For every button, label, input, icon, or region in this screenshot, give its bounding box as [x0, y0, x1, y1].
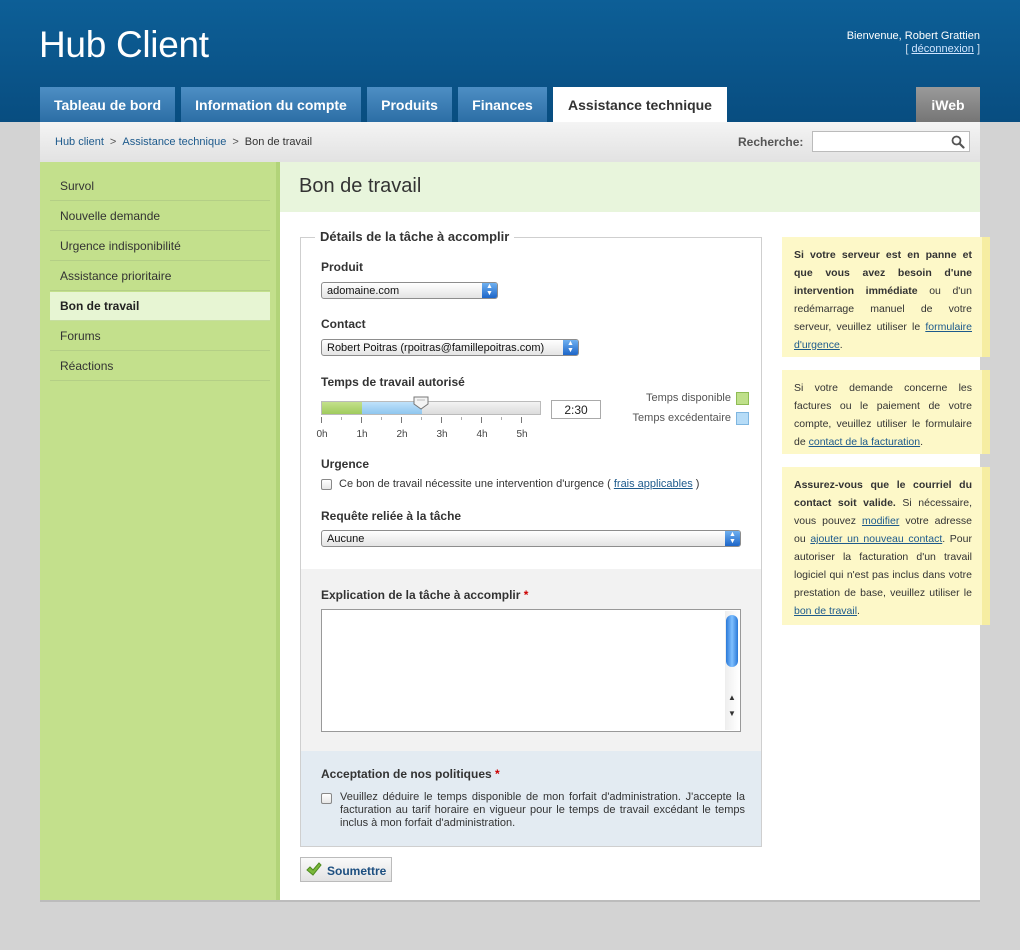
tab-tableau-de-bord[interactable]: Tableau de bord — [40, 87, 175, 122]
policy-label-text: Acceptation de nos politiques — [321, 767, 492, 781]
note-billing-end: . — [920, 436, 924, 448]
tab-finances[interactable]: Finances — [458, 87, 547, 122]
add-contact-link[interactable]: ajouter un nouveau contact — [810, 533, 942, 545]
billing-contact-link[interactable]: contact de la facturation — [809, 436, 921, 448]
legend-available-label: Temps disponible — [646, 392, 731, 404]
explanation-label: Explication de la tâche à accomplir * — [321, 588, 528, 602]
breadcrumb-hub-client[interactable]: Hub client — [55, 136, 104, 148]
policy-section: Acceptation de nos politiques * Veuillez… — [301, 751, 761, 846]
legend-excess-swatch — [736, 412, 749, 425]
product-select-value: adomaine.com — [327, 285, 400, 297]
welcome-text: Bienvenue, Robert Grattien — [846, 30, 980, 42]
contact-select-value: Robert Poitras (rpoitras@famillepoitras.… — [327, 342, 545, 354]
tick-label: 2h — [396, 429, 408, 440]
required-mark: * — [495, 767, 500, 781]
note-contact-end: . — [857, 605, 860, 617]
explanation-textarea[interactable]: ▲ ▼ — [321, 609, 741, 732]
note-emergency: Si votre serveur est en panne et que vou… — [782, 237, 990, 357]
tab-information-du-compte[interactable]: Information du compte — [181, 87, 361, 122]
urgency-label: Urgence — [321, 457, 370, 471]
slider-handle[interactable] — [413, 396, 429, 410]
search-input[interactable] — [812, 131, 970, 152]
note-billing: Si votre demande concerne les factures o… — [782, 370, 990, 454]
request-select[interactable]: Aucune ▲ ▼ — [321, 530, 741, 547]
note-contact: Assurez-vous que le courriel du contact … — [782, 467, 990, 625]
note-emergency-end: . — [839, 339, 843, 351]
breadcrumb-separator: > — [109, 136, 117, 148]
work-order-link[interactable]: bon de travail — [794, 605, 857, 617]
tab-assistance-technique[interactable]: Assistance technique — [553, 87, 727, 122]
policy-label: Acceptation de nos politiques * — [321, 767, 500, 781]
sidebar-item-survol[interactable]: Survol — [50, 172, 270, 201]
required-mark: * — [523, 588, 529, 602]
logo: Hub Client — [39, 24, 209, 65]
title-band: Bon de travail — [280, 162, 980, 212]
welcome-area: Bienvenue, Robert Grattien [ déconnexion… — [847, 30, 980, 56]
breadcrumb-current: Bon de travail — [244, 136, 313, 148]
breadcrumb-assistance-technique[interactable]: Assistance technique — [122, 136, 226, 148]
logout-bracket-close: ] — [976, 43, 980, 55]
sidebar-item-reactions[interactable]: Réactions — [50, 352, 270, 381]
logout-bracket-open: [ — [905, 43, 909, 55]
time-value-field[interactable]: 2:30 — [551, 400, 601, 419]
scroll-up-icon[interactable]: ▲ — [725, 691, 739, 704]
select-arrows-icon: ▲ ▼ — [725, 531, 740, 546]
select-arrows-icon: ▲ ▼ — [482, 283, 497, 298]
search-label: Recherche: — [738, 135, 804, 149]
time-label: Temps de travail autorisé — [321, 375, 465, 389]
urgency-text: Ce bon de travail nécessite une interven… — [339, 478, 699, 490]
submit-label: Soumettre — [327, 864, 387, 878]
logout-link[interactable]: déconnexion — [911, 43, 973, 55]
policy-checkbox[interactable] — [321, 793, 332, 804]
scrollbar-thumb[interactable] — [726, 615, 738, 667]
slider-available-fill — [322, 402, 362, 414]
slider-ticks — [321, 417, 522, 423]
page-title: Bon de travail — [299, 175, 422, 197]
request-select-value: Aucune — [327, 533, 365, 545]
tick-label: 0h — [316, 429, 328, 440]
tick-label: 3h — [436, 429, 448, 440]
tab-produits[interactable]: Produits — [367, 87, 452, 122]
sidebar: Survol Nouvelle demande Urgence indispon… — [40, 162, 280, 900]
contact-select[interactable]: Robert Poitras (rpoitras@famillepoitras.… — [321, 339, 579, 356]
sidebar-item-forums[interactable]: Forums — [50, 322, 270, 351]
explanation-label-text: Explication de la tâche à accomplir — [321, 588, 521, 602]
urgency-fees-link[interactable]: frais applicables — [614, 478, 693, 490]
form-legend: Détails de la tâche à accomplir — [315, 229, 515, 244]
main-content: Bon de travail Détails de la tâche à acc… — [280, 162, 990, 900]
search-icon[interactable] — [951, 135, 965, 149]
breadcrumb-bar: Hub client > Assistance technique > Bon de t… — [40, 122, 980, 163]
sidebar-item-assistance-prioritaire[interactable]: Assistance prioritaire — [50, 262, 270, 291]
time-slider[interactable] — [321, 401, 541, 415]
urgency-text-close: ) — [695, 478, 700, 490]
select-arrows-icon: ▲ ▼ — [563, 340, 578, 355]
tick-label: 1h — [356, 429, 368, 440]
legend-excess-label: Temps excédentaire — [632, 412, 731, 424]
sidebar-item-nouvelle-demande[interactable]: Nouvelle demande — [50, 202, 270, 231]
header: Hub Client Bienvenue, Robert Grattien [ … — [0, 0, 1020, 122]
task-form: Détails de la tâche à accomplir Produit … — [300, 229, 762, 847]
contact-label: Contact — [321, 317, 366, 331]
request-label: Requête reliée à la tâche — [321, 509, 462, 523]
policy-text: Veuillez déduire le temps disponible de … — [340, 791, 745, 829]
sidebar-item-urgence-indisponibilite[interactable]: Urgence indisponibilité — [50, 232, 270, 261]
product-select[interactable]: adomaine.com ▲ ▼ — [321, 282, 498, 299]
tab-iweb[interactable]: iWeb — [916, 87, 980, 122]
textarea-scrollbar[interactable]: ▲ ▼ — [725, 611, 739, 730]
product-label: Produit — [321, 260, 363, 274]
urgency-checkbox[interactable] — [321, 479, 332, 490]
breadcrumb-separator: > — [232, 136, 239, 148]
submit-button[interactable]: Soumettre — [300, 857, 392, 882]
urgency-text-main: Ce bon de travail nécessite une interven… — [339, 478, 611, 490]
sidebar-item-bon-de-travail[interactable]: Bon de travail — [50, 292, 270, 321]
page-bottom-edge — [40, 900, 980, 902]
modify-link[interactable]: modifier — [862, 515, 899, 527]
legend-available-swatch — [736, 392, 749, 405]
scroll-down-icon[interactable]: ▼ — [725, 707, 739, 720]
breadcrumb: Hub client > Assistance technique > Bon de t… — [55, 136, 312, 148]
tick-label: 5h — [516, 429, 528, 440]
tick-label: 4h — [476, 429, 488, 440]
checkmark-icon — [306, 862, 322, 876]
